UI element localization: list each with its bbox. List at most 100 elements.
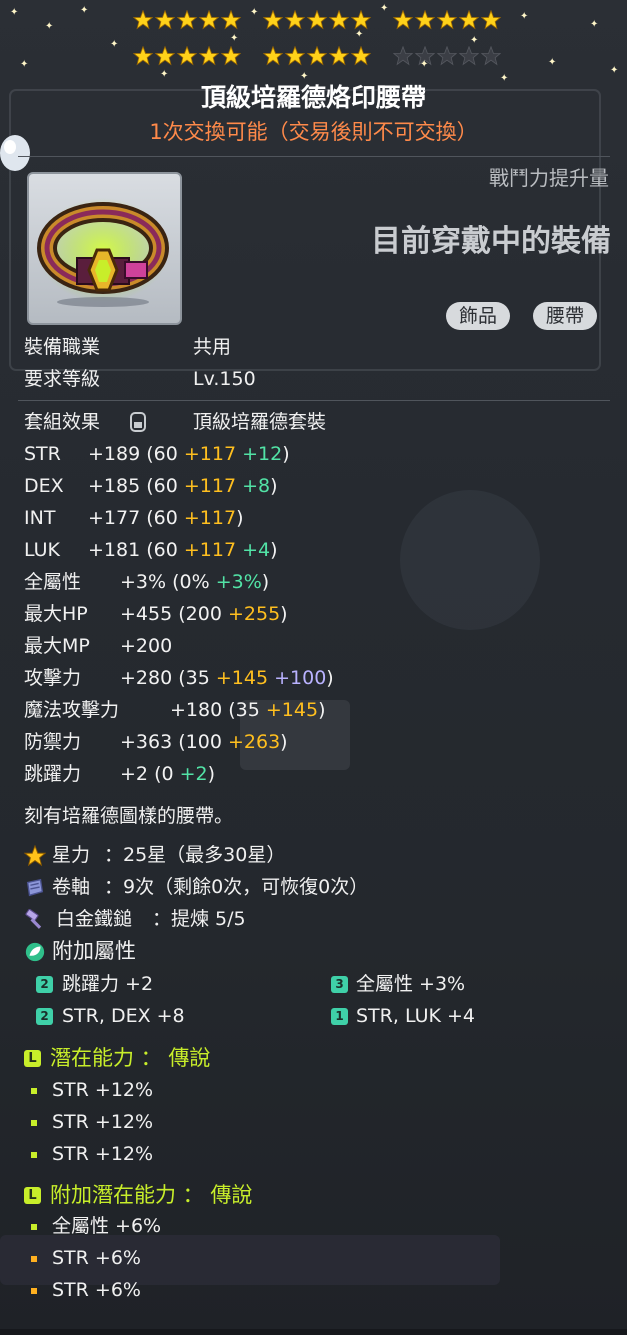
potential-bullet xyxy=(31,1152,37,1158)
lock-icon xyxy=(130,412,146,432)
tag-belt: 腰帶 xyxy=(533,302,598,330)
stat-value: +189 (60 +117 +12) xyxy=(88,443,290,465)
star-group xyxy=(393,10,501,30)
star-filled-icon xyxy=(459,10,479,30)
star-filled-icon xyxy=(177,46,197,66)
sparkle-icon: ✦ xyxy=(500,73,509,84)
trade-note: 1次交換可能（交易後則不可交換） xyxy=(149,120,478,144)
item-description: 刻有培羅德圖樣的腰帶。 xyxy=(24,805,234,827)
item-tooltip: ✦ ✦ ✦ ✦ ✦ ✦ ✦ ✦ ✦ ✦ ✦ ✦ ✦ ✦ ✦ ✦ ✦ ✦ 頂級培羅德烙印腰帶 1次交換可能（交易後則… xyxy=(0,0,627,1335)
star-row-1 xyxy=(0,10,627,38)
additional-potential-bullet xyxy=(31,1288,37,1294)
set-effect-value: 頂級培羅德套裝 xyxy=(193,411,327,433)
sparkle-icon: ✦ xyxy=(590,19,599,30)
star-filled-icon xyxy=(285,10,305,30)
star-filled-icon xyxy=(393,10,413,30)
req-value: Lv.150 xyxy=(193,368,256,390)
stat-name: 攻擊力 xyxy=(24,667,82,689)
stat-name: 最大MP xyxy=(24,635,90,657)
sparkle-icon: ✦ xyxy=(80,5,89,16)
stat-name: LUK xyxy=(24,539,61,561)
stat-name: DEX xyxy=(24,475,64,497)
combat-power-label: 戰鬥力提升量 xyxy=(489,166,609,190)
bonus-line: STR, DEX +8 xyxy=(62,1005,185,1027)
sparkle-icon: ✦ xyxy=(548,57,557,68)
stat-value: +455 (200 +255) xyxy=(120,603,288,625)
scroll-icon xyxy=(26,878,44,897)
leaf-icon xyxy=(25,942,45,962)
tooltip-bottom-border xyxy=(0,1329,627,1335)
sparkle-icon: ✦ xyxy=(610,65,619,76)
set-effect-label: 套組效果 xyxy=(24,411,101,433)
bonus-line: 全屬性 +3% xyxy=(356,973,466,995)
stat-value: +2 (0 +2) xyxy=(120,763,216,785)
star-filled-icon xyxy=(221,10,241,30)
stat-name: 防禦力 xyxy=(24,731,82,753)
sparkle-icon: ✦ xyxy=(355,29,364,40)
star-filled-icon xyxy=(199,46,219,66)
starforce-value: ：25星（最多30星） xyxy=(104,844,286,866)
bonus-tier-badge: 2 xyxy=(36,1008,53,1025)
legendary-grade-icon: L xyxy=(24,1050,41,1067)
potential-bullet xyxy=(31,1120,37,1126)
req-label: 裝備職業 xyxy=(24,336,101,358)
star-filled-icon xyxy=(199,10,219,30)
hammer-icon xyxy=(25,909,42,929)
additional-potential-line: 全屬性 +6% xyxy=(52,1215,162,1237)
bonus-tier-badge: 3 xyxy=(331,976,348,993)
star-group xyxy=(263,10,371,30)
scroll-label: 卷軸 xyxy=(52,876,91,898)
additional-potential-line: STR +6% xyxy=(52,1279,141,1301)
stat-value: +280 (35 +145 +100) xyxy=(120,667,334,689)
stat-name: 最大HP xyxy=(24,603,88,625)
bonus-tier-badge: 2 xyxy=(36,976,53,993)
stat-value: +363 (100 +263) xyxy=(120,731,288,753)
bonus-line: 跳躍力 +2 xyxy=(62,973,154,995)
star-filled-icon xyxy=(437,10,457,30)
star-filled-icon xyxy=(155,46,175,66)
additional-potential-line: STR +6% xyxy=(52,1247,141,1269)
star-group xyxy=(133,46,241,66)
additional-potential-bullet xyxy=(31,1224,37,1230)
additional-potential-header: 附加潛在能力 ： 傳說 xyxy=(50,1183,253,1207)
star-empty-icon xyxy=(481,46,501,66)
divider xyxy=(18,400,610,401)
hammer-label: 白金鐵鎚 xyxy=(56,908,133,930)
stat-name: STR xyxy=(24,443,61,465)
star-filled-icon xyxy=(263,10,283,30)
hammer-value: ：提煉 5/5 xyxy=(152,908,246,930)
star-filled-icon xyxy=(307,10,327,30)
star-filled-icon xyxy=(481,10,501,30)
star-filled-icon xyxy=(155,10,175,30)
stat-name: INT xyxy=(24,507,56,529)
divider xyxy=(18,156,610,157)
stat-value: +185 (60 +117 +8) xyxy=(88,475,278,497)
starforce-label: 星力 xyxy=(52,844,91,866)
potential-bullet xyxy=(31,1088,37,1094)
potential-line: STR +12% xyxy=(52,1079,154,1101)
sparkle-icon: ✦ xyxy=(470,35,479,46)
sparkle-icon: ✦ xyxy=(300,71,309,82)
sparkle-icon: ✦ xyxy=(160,69,169,80)
bonus-header: 附加屬性 xyxy=(52,939,136,963)
req-label: 要求等級 xyxy=(24,368,101,390)
star-filled-icon xyxy=(351,46,371,66)
star-empty-icon xyxy=(459,46,479,66)
stat-value: +200 xyxy=(120,635,173,657)
bonus-line: STR, LUK +4 xyxy=(356,1005,476,1027)
sparkle-icon: ✦ xyxy=(45,21,54,32)
star-filled-icon xyxy=(177,10,197,30)
star-filled-icon xyxy=(307,46,327,66)
star-filled-icon xyxy=(329,10,349,30)
sparkle-icon: ✦ xyxy=(380,3,389,14)
sparkle-icon: ✦ xyxy=(20,59,29,70)
belt-icon xyxy=(37,198,169,307)
star-group xyxy=(393,46,501,66)
potential-line: STR +12% xyxy=(52,1143,154,1165)
star-group xyxy=(133,10,241,30)
star-filled-icon xyxy=(133,10,153,30)
potential-header: 潛在能力 ： 傳說 xyxy=(50,1046,211,1070)
sparkle-icon: ✦ xyxy=(230,33,239,44)
sparkle-icon: ✦ xyxy=(520,11,529,22)
star-filled-icon xyxy=(285,46,305,66)
